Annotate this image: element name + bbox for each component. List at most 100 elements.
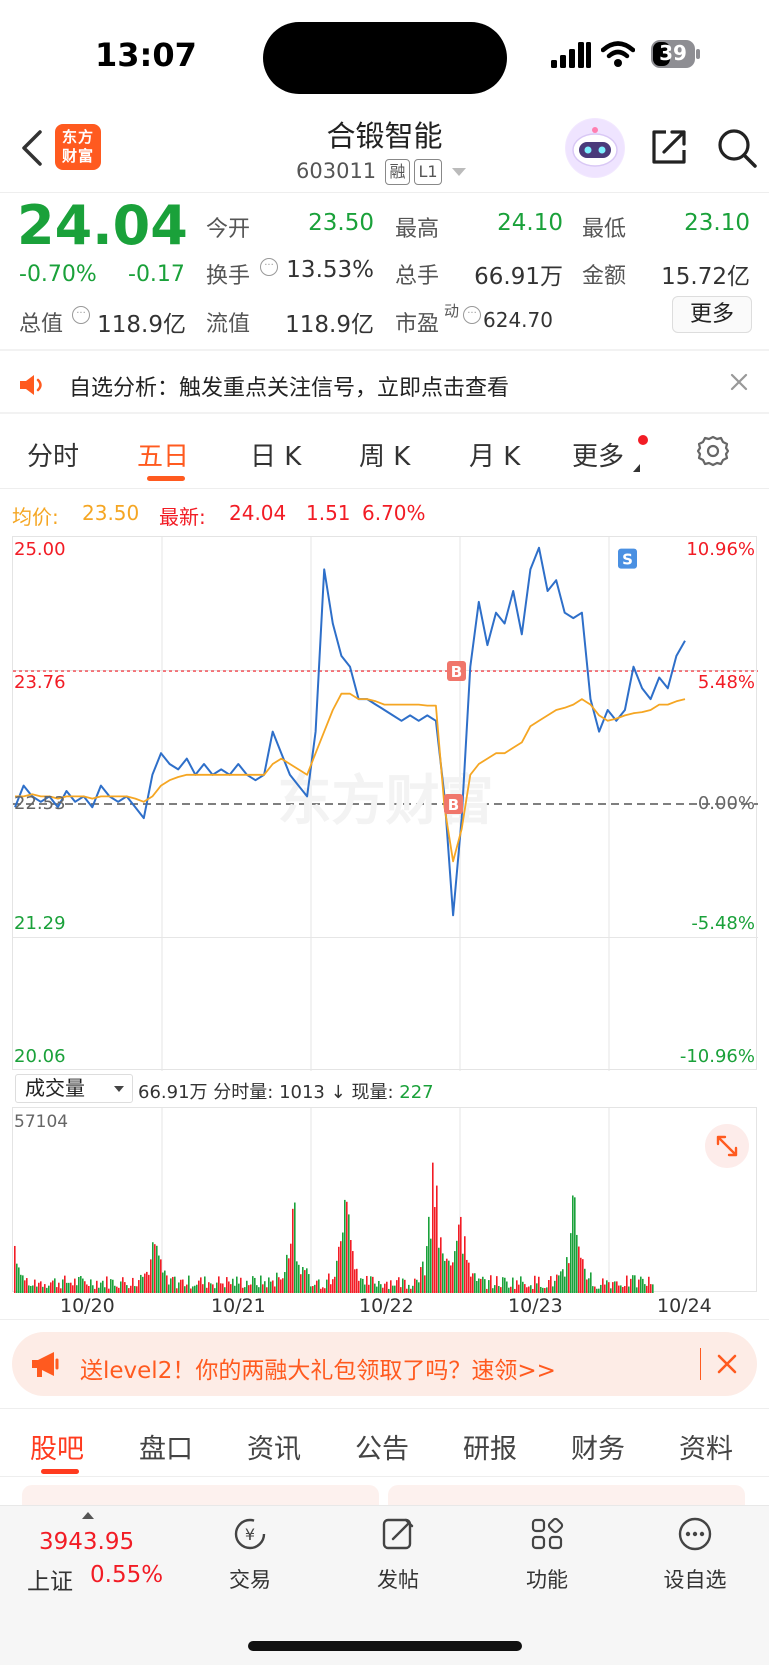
nav-functions-label[interactable]: 功能 xyxy=(507,1564,587,1594)
volume-bar xyxy=(620,1285,622,1293)
volume-bar xyxy=(332,1279,334,1293)
volume-bar xyxy=(628,1286,630,1293)
notice-text[interactable]: 自选分析：触发重点关注信号，立即点击查看 xyxy=(69,370,509,402)
volume-bar xyxy=(328,1273,330,1293)
expand-chart-icon[interactable] xyxy=(705,1124,749,1168)
gear-icon[interactable] xyxy=(696,434,730,468)
pe-value: 624.70 xyxy=(483,308,553,332)
change-percent: -0.70% xyxy=(19,262,97,287)
volume-bar xyxy=(374,1283,376,1293)
volume-bar xyxy=(540,1286,542,1293)
tab-guba[interactable]: 股吧 xyxy=(30,1427,84,1466)
turnover-label: 换手 xyxy=(206,264,251,289)
buy-marker[interactable]: B xyxy=(444,794,463,814)
indicator-selector[interactable]: 成交量 xyxy=(15,1074,133,1103)
volume-bar xyxy=(538,1276,540,1293)
nav-add-watchlist-label[interactable]: 设自选 xyxy=(655,1564,735,1594)
volume-bar xyxy=(218,1276,220,1293)
tab-financials[interactable]: 财务 xyxy=(571,1427,625,1466)
share-icon[interactable] xyxy=(648,126,690,168)
volume-bar xyxy=(514,1288,516,1293)
volume-bar xyxy=(16,1263,18,1293)
pe-info-icon[interactable]: ··· xyxy=(463,306,481,324)
volume-chart[interactable]: 57104 xyxy=(12,1107,757,1293)
volume-bar xyxy=(584,1268,586,1293)
ai-assistant-robot-icon[interactable] xyxy=(565,118,625,178)
volume-bar xyxy=(390,1280,392,1293)
volume-bar xyxy=(358,1280,360,1293)
volume-bar xyxy=(366,1275,368,1293)
volume-bar xyxy=(452,1262,454,1293)
volume-bar xyxy=(520,1276,522,1293)
banner-close-icon[interactable] xyxy=(715,1352,739,1376)
volume-bar xyxy=(354,1269,356,1293)
volume-bar xyxy=(62,1279,64,1293)
tag-dropdown-caret-icon[interactable] xyxy=(452,168,466,176)
y-left-tick-2: 23.76 xyxy=(14,672,66,693)
volume-bar xyxy=(170,1278,172,1293)
open-label: 今开 xyxy=(206,217,251,242)
volume-bar xyxy=(492,1288,494,1293)
tab-profile[interactable]: 资料 xyxy=(679,1427,733,1466)
volume-bar xyxy=(428,1216,430,1293)
volume-bar xyxy=(430,1238,432,1293)
current-volume-label: 现量: xyxy=(351,1082,394,1103)
tab-news[interactable]: 资讯 xyxy=(247,1427,301,1466)
volume-bar xyxy=(418,1282,420,1293)
more-dots-icon[interactable] xyxy=(675,1514,715,1554)
volume-bar xyxy=(178,1282,180,1293)
index-expand-caret-icon[interactable] xyxy=(82,1512,94,1519)
market-cap-info-icon[interactable]: ··· xyxy=(72,306,90,324)
index-name[interactable]: 上证 xyxy=(27,1562,73,1596)
promo-banner-text[interactable]: 送level2！你的两融大礼包领取了吗？速领>> xyxy=(80,1351,556,1385)
y-left-tick-4: 21.29 xyxy=(14,913,66,934)
volume-bar xyxy=(462,1253,464,1293)
search-icon[interactable] xyxy=(715,126,759,170)
index-value[interactable]: 3943.95 xyxy=(39,1529,134,1555)
tab-order-book[interactable]: 盘口 xyxy=(139,1427,193,1466)
volume-bar xyxy=(184,1286,186,1293)
sell-marker[interactable]: S xyxy=(618,548,637,569)
selector-caret-icon xyxy=(114,1086,124,1092)
volume-bar xyxy=(560,1271,562,1293)
volume-bar xyxy=(598,1288,600,1293)
volume-bar xyxy=(32,1285,34,1293)
volume-bar xyxy=(342,1232,344,1293)
tab-research[interactable]: 研报 xyxy=(463,1427,517,1466)
y-left-tick-1: 25.00 xyxy=(14,539,66,560)
notice-close-icon[interactable] xyxy=(727,370,751,394)
volume-bar xyxy=(158,1255,160,1293)
volume-bar xyxy=(434,1207,436,1293)
tab-monthly-k[interactable]: 月 K xyxy=(469,436,520,473)
nav-post-label[interactable]: 发帖 xyxy=(358,1564,438,1594)
volume-bar xyxy=(244,1287,246,1293)
tab-daily-k[interactable]: 日 K xyxy=(250,436,301,473)
volume-bar xyxy=(592,1286,594,1293)
volume-bar xyxy=(190,1288,192,1293)
nav-trade-label[interactable]: 交易 xyxy=(210,1564,290,1594)
volume-bar xyxy=(238,1283,240,1293)
volume-bar xyxy=(382,1287,384,1293)
five-day-price-chart[interactable]: 东方财富 B B S 25.00 23.76 22.53 21.29 20.06 10… xyxy=(12,536,758,1071)
buy-marker[interactable]: B xyxy=(447,661,466,682)
volume-bar xyxy=(180,1279,182,1293)
volume-bar xyxy=(192,1286,194,1293)
volume-bar xyxy=(200,1277,202,1293)
trade-icon[interactable]: ¥ xyxy=(230,1514,270,1554)
tab-weekly-k[interactable]: 周 K xyxy=(359,436,410,473)
volume-bar xyxy=(336,1260,338,1293)
volume-bar xyxy=(532,1288,534,1293)
tab-intraday[interactable]: 分时 xyxy=(27,436,79,473)
volume-bar xyxy=(76,1285,78,1293)
post-edit-icon[interactable] xyxy=(378,1514,418,1554)
current-price: 24.04 xyxy=(17,194,188,257)
tab-five-day[interactable]: 五日 xyxy=(137,436,189,473)
volume-bar xyxy=(364,1284,366,1293)
more-quote-button[interactable]: 更多 xyxy=(672,296,752,333)
index-change-percent[interactable]: 0.55% xyxy=(90,1562,163,1588)
functions-grid-icon[interactable] xyxy=(527,1514,567,1554)
tab-announcements[interactable]: 公告 xyxy=(355,1427,409,1466)
volume-bar xyxy=(304,1270,306,1293)
tab-more[interactable]: 更多 xyxy=(572,436,624,473)
amount-value: 15.72亿 xyxy=(661,264,750,290)
